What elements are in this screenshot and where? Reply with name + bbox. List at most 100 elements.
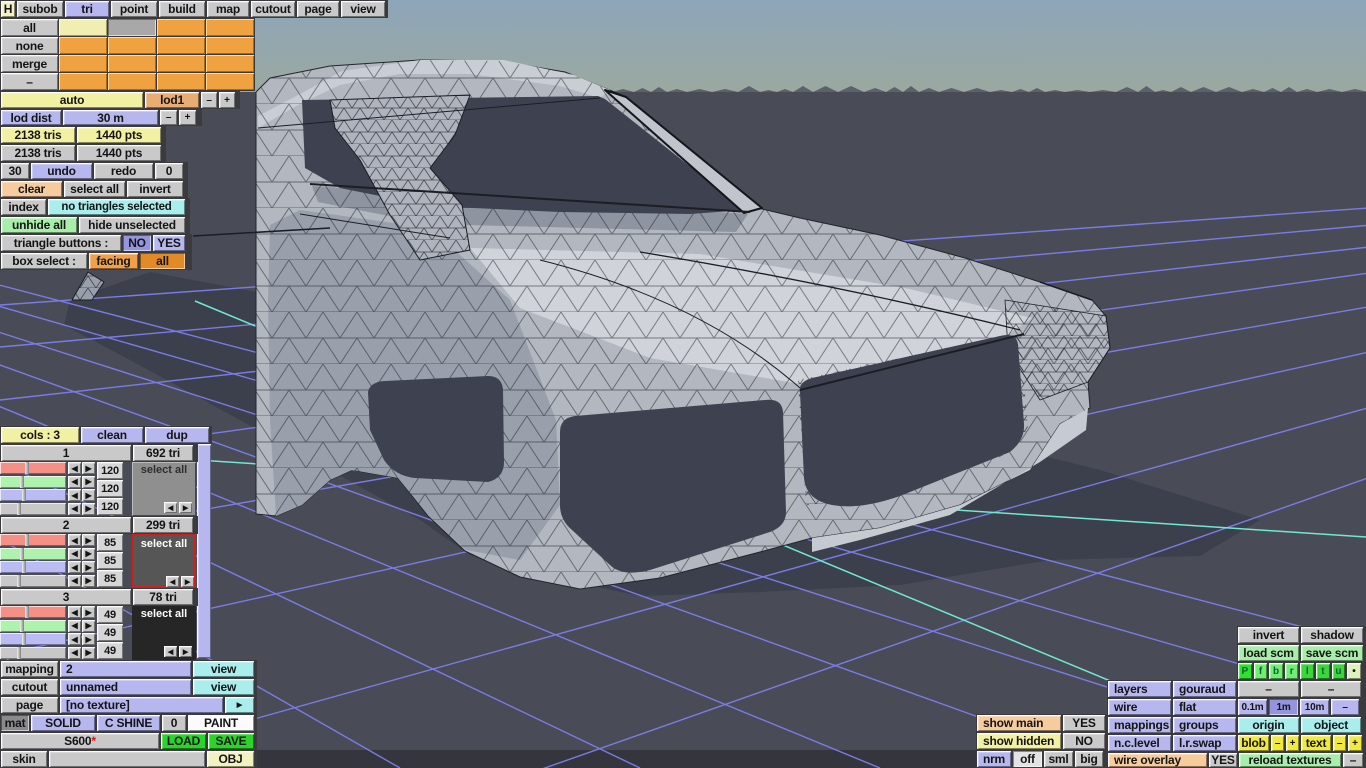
load-scm-button[interactable]: load scm xyxy=(1238,645,1299,661)
selgrid-cell[interactable] xyxy=(108,19,156,36)
show-main-button[interactable]: show main xyxy=(977,715,1061,731)
wire-button[interactable]: wire xyxy=(1108,699,1171,715)
solid-button[interactable]: SOLID xyxy=(31,715,95,731)
tab-tri[interactable]: tri xyxy=(65,1,109,17)
dash-button-1[interactable]: – xyxy=(1238,681,1299,697)
grid-01m-button[interactable]: 0.1m xyxy=(1238,699,1267,715)
tab-point[interactable]: point xyxy=(111,1,157,17)
slider-step-right-button[interactable]: ▶ xyxy=(82,619,95,632)
color-slider[interactable] xyxy=(0,475,66,488)
lod-dist-value[interactable]: 30 m xyxy=(63,110,158,125)
dash-button-2[interactable]: – xyxy=(1301,681,1361,697)
slider-thumb[interactable] xyxy=(19,547,24,560)
nrm-off-button[interactable]: off xyxy=(1013,751,1042,767)
section-step-left-button[interactable]: ◀ xyxy=(164,646,177,657)
file-name[interactable]: S600 * xyxy=(1,733,159,749)
slider-step-right-button[interactable]: ▶ xyxy=(82,462,95,474)
color-slider[interactable] xyxy=(0,619,66,632)
show-hidden-no[interactable]: NO xyxy=(1063,733,1105,749)
slider-step-left-button[interactable]: ◀ xyxy=(68,462,81,474)
slider-step-left-button[interactable]: ◀ xyxy=(68,534,81,546)
tab-view[interactable]: view xyxy=(341,1,385,17)
slider-step-right-button[interactable]: ▶ xyxy=(82,633,95,645)
section3-num[interactable]: 3 xyxy=(1,589,131,605)
slider-step-left-button[interactable]: ◀ xyxy=(68,475,81,488)
color-slider[interactable] xyxy=(0,534,66,546)
section-step-right-button[interactable]: ▶ xyxy=(181,576,194,587)
grid-1m-button[interactable]: 1m xyxy=(1269,699,1298,715)
mapping-value[interactable]: 2 xyxy=(60,661,191,677)
section-step-left-button[interactable]: ◀ xyxy=(166,576,179,587)
channel-value[interactable]: 49 xyxy=(97,642,123,659)
scm-key-u[interactable]: u xyxy=(1331,663,1346,679)
selgrid-cell[interactable] xyxy=(108,55,156,72)
hide-unselected-button[interactable]: hide unselected xyxy=(79,217,185,233)
cutout-value[interactable]: unnamed xyxy=(60,679,191,695)
dup-button[interactable]: dup xyxy=(145,427,209,443)
unhide-all-button[interactable]: unhide all xyxy=(1,217,77,233)
scm-key-r[interactable]: r xyxy=(1284,663,1299,679)
select-all-button[interactable]: select all xyxy=(64,181,125,197)
nrm-sml-button[interactable]: sml xyxy=(1044,751,1073,767)
tab-page[interactable]: page xyxy=(297,1,339,17)
channel-value[interactable]: 85 xyxy=(97,534,123,551)
slider-thumb[interactable] xyxy=(22,561,27,573)
nrm-label[interactable]: nrm xyxy=(977,751,1011,767)
slider-thumb[interactable] xyxy=(25,534,30,546)
selgrid-cell[interactable] xyxy=(59,37,107,54)
tab-h[interactable]: H xyxy=(1,1,15,17)
slider-thumb[interactable] xyxy=(17,646,22,659)
page-value[interactable]: [no texture] xyxy=(60,697,223,713)
slider-step-right-button[interactable]: ▶ xyxy=(82,574,95,587)
scm-key-b[interactable]: b xyxy=(1269,663,1283,679)
slider-step-right-button[interactable]: ▶ xyxy=(82,606,95,618)
nc-level-button[interactable]: n.c.level xyxy=(1108,735,1171,751)
tab-subob[interactable]: subob xyxy=(17,1,63,17)
slider-step-left-button[interactable]: ◀ xyxy=(68,489,81,501)
grid-dash-button[interactable]: – xyxy=(1331,699,1359,715)
paint-button[interactable]: PAINT xyxy=(188,715,254,731)
slider-step-right-button[interactable]: ▶ xyxy=(82,475,95,488)
clean-button[interactable]: clean xyxy=(81,427,143,443)
reload-dash-button[interactable]: – xyxy=(1343,753,1363,767)
layers-button[interactable]: layers xyxy=(1108,681,1171,697)
scm-key-l[interactable]: l xyxy=(1300,663,1314,679)
section-step-right-button[interactable]: ▶ xyxy=(179,646,192,657)
object-button[interactable]: object xyxy=(1301,717,1361,733)
wire-overlay-yes[interactable]: YES xyxy=(1209,753,1237,767)
blob-minus-button[interactable]: – xyxy=(1271,735,1284,751)
invert-button[interactable]: invert xyxy=(127,181,183,197)
color-slider[interactable] xyxy=(0,547,66,560)
slider-step-left-button[interactable]: ◀ xyxy=(68,502,81,515)
skin-label[interactable]: skin xyxy=(1,751,47,767)
channel-value[interactable]: 120 xyxy=(97,498,123,515)
section-step-left-button[interactable]: ◀ xyxy=(164,502,177,513)
selgrid-cell[interactable] xyxy=(157,55,205,72)
wire-overlay-button[interactable]: wire overlay xyxy=(1108,753,1207,767)
selgrid-all[interactable]: all xyxy=(1,19,58,36)
lod-dist-plus-button[interactable]: + xyxy=(179,110,196,125)
slider-step-left-button[interactable]: ◀ xyxy=(68,633,81,645)
reload-textures-button[interactable]: reload textures xyxy=(1239,753,1341,767)
channel-value[interactable]: 49 xyxy=(97,624,123,641)
c-shine-button[interactable]: C SHINE xyxy=(97,715,160,731)
color-slider[interactable] xyxy=(0,561,66,573)
slider-thumb[interactable] xyxy=(22,633,27,645)
slider-thumb[interactable] xyxy=(17,574,22,587)
show-main-yes[interactable]: YES xyxy=(1063,715,1105,731)
section1-num[interactable]: 1 xyxy=(1,445,131,461)
slider-step-right-button[interactable]: ▶ xyxy=(82,489,95,501)
color-slider[interactable] xyxy=(0,646,66,659)
text-minus-button[interactable]: – xyxy=(1333,735,1346,751)
scm-key-t[interactable]: t xyxy=(1315,663,1330,679)
cutout-label[interactable]: cutout xyxy=(1,679,58,695)
grid-10m-button[interactable]: 10m xyxy=(1300,699,1329,715)
slider-thumb[interactable] xyxy=(22,489,27,501)
slider-thumb[interactable] xyxy=(25,606,30,618)
selgrid-cell[interactable] xyxy=(59,73,107,90)
selgrid-cell[interactable] xyxy=(157,37,205,54)
redo-button[interactable]: redo xyxy=(94,163,153,179)
slider-step-right-button[interactable]: ▶ xyxy=(82,534,95,546)
slider-step-right-button[interactable]: ▶ xyxy=(82,547,95,560)
lod-auto-button[interactable]: auto xyxy=(1,92,143,108)
